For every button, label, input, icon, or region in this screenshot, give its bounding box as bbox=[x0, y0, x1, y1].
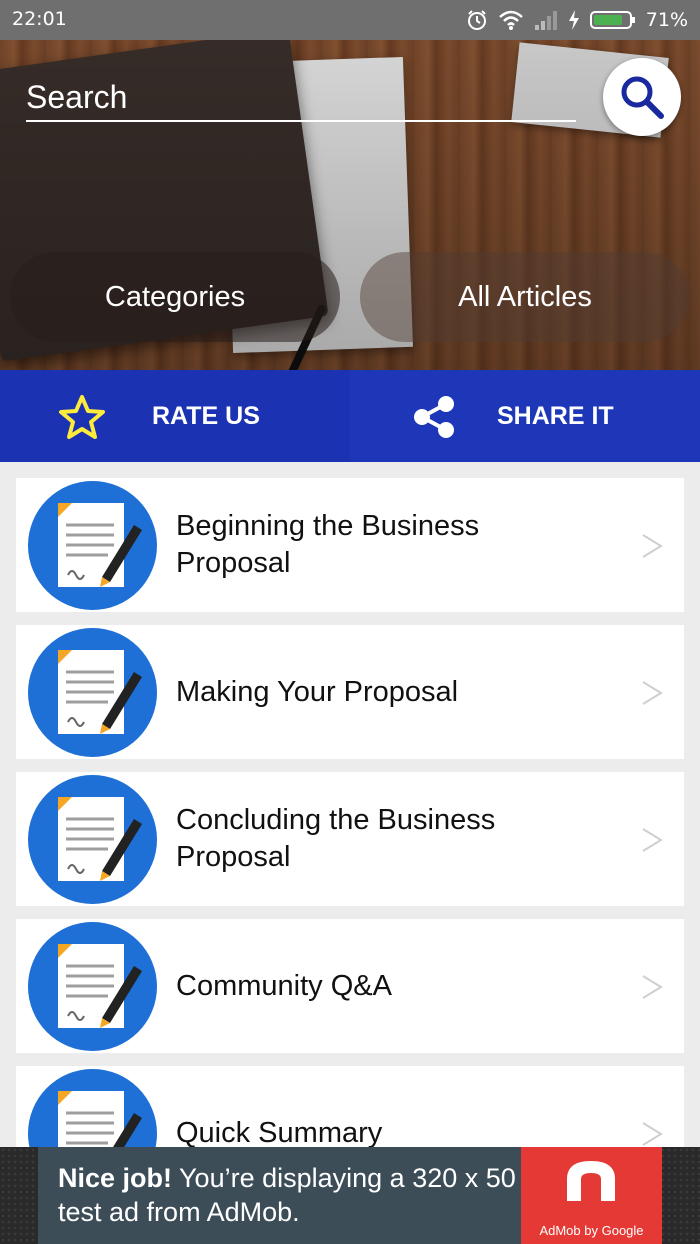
list-item[interactable]: Making Your Proposal bbox=[16, 625, 684, 759]
admob-icon bbox=[567, 1161, 615, 1201]
list-item[interactable]: Community Q&A bbox=[16, 919, 684, 1053]
chevron-right-icon bbox=[642, 534, 663, 558]
article-list: Beginning the Business Proposal Making Y… bbox=[16, 478, 684, 1213]
admob-brand: AdMob by Google bbox=[539, 1223, 644, 1238]
alarm-icon bbox=[467, 10, 486, 30]
ad-content[interactable]: Nice job! You’re displaying a 320 x 50 t… bbox=[38, 1147, 662, 1244]
action-bar: RATE US SHARE IT bbox=[0, 370, 700, 462]
share-it-button[interactable]: SHARE IT bbox=[350, 370, 700, 462]
ad-banner[interactable]: Nice job! You’re displaying a 320 x 50 t… bbox=[0, 1147, 700, 1244]
search-icon bbox=[621, 76, 664, 119]
article-title: Beginning the Business Proposal bbox=[176, 510, 480, 579]
ad-text: Nice job! You’re displaying a 320 x 50 t… bbox=[58, 1161, 528, 1229]
all-articles-button[interactable]: All Articles bbox=[360, 252, 690, 342]
search-input[interactable] bbox=[26, 74, 576, 120]
rate-us-button[interactable]: RATE US bbox=[0, 370, 350, 462]
battery-icon bbox=[589, 11, 635, 29]
search-field bbox=[26, 74, 576, 122]
list-item[interactable]: Concluding the Business Proposal bbox=[16, 772, 684, 906]
star-icon bbox=[59, 395, 105, 439]
status-icons: 71% bbox=[466, 6, 688, 34]
document-pen-icon bbox=[28, 922, 157, 1051]
chevron-right-icon bbox=[642, 681, 663, 705]
search-button[interactable] bbox=[603, 58, 681, 136]
categories-label: Categories bbox=[104, 280, 246, 313]
all-articles-label: All Articles bbox=[458, 280, 592, 313]
article-title: Making Your Proposal bbox=[176, 675, 459, 708]
chevron-right-icon bbox=[642, 828, 663, 852]
chevron-right-icon bbox=[642, 1122, 663, 1146]
list-item[interactable]: Beginning the Business Proposal bbox=[16, 478, 684, 612]
article-title: Community Q&A bbox=[176, 969, 392, 1002]
article-title: Concluding the Business Proposal bbox=[176, 804, 496, 873]
charging-icon bbox=[568, 10, 579, 30]
status-bar: 22:01 71% bbox=[0, 0, 700, 40]
categories-button[interactable]: Categories bbox=[10, 252, 340, 342]
document-pen-icon bbox=[28, 481, 157, 610]
document-pen-icon bbox=[28, 775, 157, 904]
status-time: 22:01 bbox=[12, 8, 67, 30]
ad-headline: Nice job! bbox=[58, 1163, 173, 1193]
document-pen-icon bbox=[28, 628, 157, 757]
share-it-label: SHARE IT bbox=[497, 402, 614, 430]
battery-percent: 71% bbox=[645, 9, 688, 31]
hero-header: Categories All Articles bbox=[0, 40, 700, 370]
share-icon bbox=[414, 396, 454, 438]
admob-logo: AdMob by Google bbox=[521, 1147, 662, 1244]
rate-us-label: RATE US bbox=[152, 402, 260, 430]
signal-icon bbox=[534, 11, 557, 30]
chevron-right-icon bbox=[642, 975, 663, 999]
wifi-icon bbox=[498, 10, 523, 30]
